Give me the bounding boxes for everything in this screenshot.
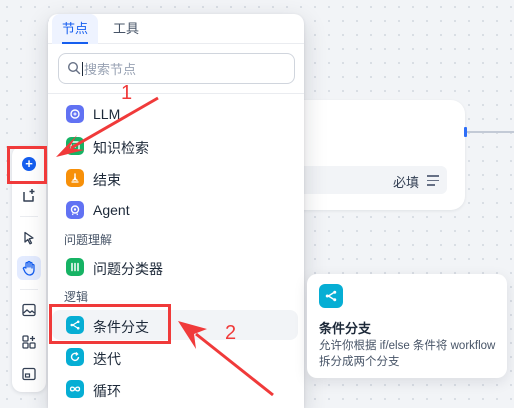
node-item-label: 循环: [93, 383, 121, 399]
tooltip-title: 条件分支: [319, 321, 372, 336]
pointer-icon: [24, 231, 34, 245]
node-edge: [467, 131, 514, 133]
active-tab-indicator: [62, 42, 88, 44]
tooltip-description: 允许你根据 if/else 条件将 workflow 拆分成两个分支: [319, 340, 496, 368]
agent-icon: [66, 201, 84, 219]
node-item-question-classifier[interactable]: 问题分类器: [52, 252, 298, 282]
llm-icon: [66, 105, 84, 123]
node-input-field[interactable]: 必填: [295, 166, 447, 194]
search-box[interactable]: [58, 53, 295, 84]
pointer-mode-button[interactable]: [17, 226, 41, 250]
iteration-icon: [66, 348, 84, 366]
highlight-add-button: [7, 146, 47, 184]
hand-icon: [22, 260, 35, 276]
section-question-understanding: 问题理解: [64, 233, 113, 247]
section-logic: 逻辑: [64, 290, 89, 304]
if-else-icon: [319, 284, 343, 308]
annotation-step-1: 1: [121, 82, 133, 104]
loop-icon: [66, 380, 84, 398]
node-item-label: 迭代: [93, 351, 121, 367]
end-icon: [66, 169, 84, 187]
knowledge-retrieval-icon: [66, 137, 84, 155]
add-note-icon: [23, 189, 35, 202]
popup-tabs: 节点 工具: [48, 14, 304, 44]
node-tooltip-card: 条件分支 允许你根据 if/else 条件将 workflow 拆分成两个分支: [307, 274, 507, 378]
tab-nodes[interactable]: 节点: [52, 14, 98, 44]
annotation-step-2: 2: [225, 322, 237, 344]
hand-mode-button[interactable]: [17, 256, 41, 280]
organize-blocks-button[interactable]: [17, 330, 41, 354]
node-item-label: 结束: [93, 172, 121, 188]
organize-blocks-icon: [22, 335, 36, 349]
minimap-icon: [22, 367, 36, 381]
minimap-button[interactable]: [17, 362, 41, 386]
block-selector-popup: 节点 工具 LLM 知识检索 结束 Agent 问题理解: [48, 14, 304, 408]
node-item-agent[interactable]: Agent: [52, 195, 298, 225]
node-item-label: 问题分类器: [93, 261, 163, 277]
text-caret: [82, 62, 83, 76]
node-item-llm[interactable]: LLM: [52, 99, 298, 129]
node-item-loop[interactable]: 循环: [52, 374, 298, 404]
node-item-label: LLM: [93, 106, 121, 122]
node-item-label: Agent: [93, 202, 130, 218]
required-label: 必填: [392, 175, 419, 190]
tab-tools[interactable]: 工具: [106, 14, 146, 44]
node-item-iteration[interactable]: 迭代: [52, 342, 298, 372]
add-note-button[interactable]: [17, 184, 41, 208]
node-item-label: 知识检索: [93, 140, 149, 156]
export-image-icon: [22, 303, 36, 317]
node-item-knowledge-retrieval[interactable]: 知识检索: [52, 131, 298, 161]
node-item-end[interactable]: 结束: [52, 163, 298, 193]
text-lines-icon: [427, 175, 439, 189]
search-input[interactable]: [84, 59, 284, 79]
search-icon: [67, 61, 81, 75]
export-image-button[interactable]: [17, 298, 41, 322]
question-classifier-icon: [66, 258, 84, 276]
highlight-if-else-item: [49, 304, 171, 344]
